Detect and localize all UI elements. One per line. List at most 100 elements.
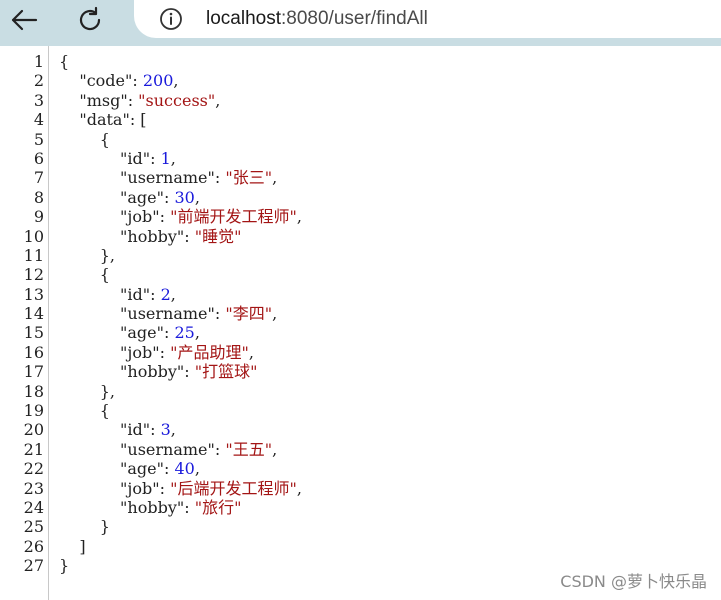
line-number: 9 — [33, 207, 44, 227]
code-line: "age": 40, — [59, 459, 302, 478]
json-comma: , — [272, 304, 278, 324]
json-colon: : — [214, 304, 226, 324]
code-line: "hobby": "旅行" — [59, 498, 302, 517]
json-colon: : — [184, 226, 195, 246]
code-line: } — [59, 517, 302, 536]
json-key: "code" — [79, 71, 133, 91]
code-line: { — [59, 52, 302, 71]
line-number: 21 — [23, 439, 44, 459]
json-comma: , — [194, 187, 200, 207]
json-brace: } — [59, 556, 70, 576]
json-key: "hobby" — [120, 497, 185, 517]
json-string-value: "张三" — [225, 168, 273, 188]
code-line: "hobby": "睡觉" — [59, 227, 302, 246]
json-brace: { — [59, 52, 70, 71]
line-number: 1 — [33, 52, 44, 71]
json-string-value: "产品助理" — [170, 342, 249, 362]
json-colon: : — [214, 168, 226, 188]
json-key: "age" — [120, 323, 164, 343]
json-key: "job" — [120, 207, 160, 227]
json-number-value: 200 — [142, 71, 174, 91]
json-colon: : — [214, 439, 226, 459]
line-number: 15 — [23, 323, 44, 343]
refresh-icon — [79, 6, 101, 31]
code-line: { — [59, 265, 302, 284]
code-line: "msg": "success", — [59, 91, 302, 110]
json-bracket: ] — [79, 536, 86, 556]
line-number: 5 — [33, 129, 44, 149]
json-colon: : — [159, 478, 171, 498]
code-line: "code": 200, — [59, 71, 302, 90]
code-line: "username": "王五", — [59, 440, 302, 459]
json-brace: }, — [99, 245, 115, 265]
line-number: 14 — [23, 304, 44, 324]
json-number-value: 1 — [160, 148, 171, 168]
code-line: } — [59, 556, 302, 575]
json-comma: , — [194, 323, 200, 343]
code-line: ] — [59, 537, 302, 556]
code-line: "id": 1, — [59, 149, 302, 168]
json-bracket: : [ — [129, 110, 147, 130]
line-number: 19 — [23, 401, 44, 421]
json-string-value: "后端开发工程师" — [170, 478, 297, 498]
json-brace: } — [99, 517, 110, 537]
json-comma: , — [272, 168, 278, 188]
code-line: "id": 2, — [59, 285, 302, 304]
json-colon: : — [159, 207, 171, 227]
code-line: { — [59, 130, 302, 149]
json-key: "username" — [120, 439, 215, 459]
json-colon: : — [164, 459, 175, 479]
json-key: "data" — [79, 110, 130, 130]
site-info-button[interactable] — [158, 6, 184, 32]
line-number: 7 — [33, 168, 44, 188]
json-number-value: 2 — [160, 284, 171, 304]
json-number-value: 40 — [174, 459, 195, 479]
json-comma: , — [296, 478, 302, 498]
refresh-button[interactable] — [70, 3, 110, 37]
json-key: "job" — [120, 342, 160, 362]
code-line: "id": 3, — [59, 420, 302, 439]
code-line: "job": "前端开发工程师", — [59, 207, 302, 226]
json-comma: , — [170, 420, 176, 440]
json-colon: : — [127, 90, 139, 110]
json-colon: : — [150, 284, 161, 304]
json-string-value: "王五" — [225, 439, 273, 459]
code-line: }, — [59, 382, 302, 401]
code-line: { — [59, 401, 302, 420]
code-line: "age": 30, — [59, 188, 302, 207]
json-number-value: 3 — [160, 420, 171, 440]
line-number: 22 — [23, 459, 44, 479]
json-key: "id" — [120, 284, 151, 304]
json-key: "id" — [120, 420, 151, 440]
line-number: 26 — [23, 536, 44, 556]
json-colon: : — [150, 420, 161, 440]
line-number: 8 — [33, 187, 44, 207]
json-colon: : — [132, 71, 143, 91]
line-number: 10 — [23, 226, 44, 246]
json-brace: }, — [99, 381, 115, 401]
json-brace: { — [99, 401, 110, 421]
line-number: 17 — [23, 362, 44, 382]
json-string-value: "success" — [138, 90, 216, 110]
back-button[interactable] — [4, 3, 44, 37]
json-number-value: 25 — [174, 323, 195, 343]
address-bar[interactable]: localhost:8080/user/findAll — [134, 0, 721, 38]
json-key: "job" — [120, 478, 160, 498]
json-comma: , — [248, 342, 254, 362]
json-key: "hobby" — [120, 362, 185, 382]
json-string-value: "旅行" — [194, 497, 242, 517]
line-number: 11 — [23, 245, 44, 265]
json-key: "age" — [120, 459, 164, 479]
csdn-watermark: CSDN @萝卜快乐晶 — [560, 572, 707, 591]
json-colon: : — [164, 323, 175, 343]
json-string-value: "打篮球" — [194, 362, 258, 382]
json-key: "age" — [120, 187, 164, 207]
json-comma: , — [170, 284, 176, 304]
code-line: "username": "张三", — [59, 168, 302, 187]
json-key: "id" — [120, 148, 151, 168]
json-code: { "code": 200, "msg": "success", "data":… — [59, 52, 302, 576]
line-number: 24 — [23, 497, 44, 517]
json-colon: : — [184, 362, 195, 382]
line-number-gutter: 1 2 3 4 5 6 7 8 9 10 11 12 13 14 15 16 17 18 19 20 21 22 23 24 2… — [0, 52, 44, 576]
url-text[interactable]: localhost:8080/user/findAll — [206, 8, 428, 30]
